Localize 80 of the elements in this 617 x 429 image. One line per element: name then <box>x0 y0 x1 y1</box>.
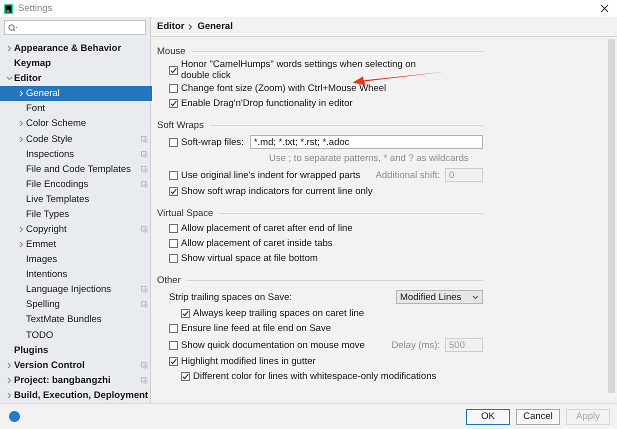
section-title: Other <box>157 273 483 288</box>
tree-item[interactable]: Build, Execution, Deployment <box>0 388 152 403</box>
search-icon <box>8 24 18 32</box>
checkbox[interactable] <box>169 357 178 366</box>
tree-item[interactable]: Emmet <box>0 237 152 252</box>
checkbox-label[interactable]: Show soft wrap indicators for current line only <box>181 186 373 197</box>
section-title: Virtual Space <box>157 206 483 221</box>
dropdown-label: Strip trailing spaces on Save: <box>169 292 292 302</box>
checkbox[interactable] <box>169 239 178 248</box>
checkbox-label[interactable]: Allow placement of caret after end of line <box>181 223 353 234</box>
dialog-button[interactable]: Cancel <box>516 408 560 424</box>
checkbox[interactable] <box>169 254 178 263</box>
checkbox-label[interactable]: Allow placement of caret inside tabs <box>181 238 333 249</box>
tree-item[interactable]: General <box>0 86 152 102</box>
chevron-icon <box>188 24 194 30</box>
dialog-button[interactable]: OK <box>466 408 510 424</box>
checkbox-label[interactable]: Change font size (Zoom) with Ctrl+Mouse Wheel <box>181 83 386 94</box>
checkbox-label[interactable]: Highlight modified lines in gutter <box>181 356 316 367</box>
chevron-icon[interactable] <box>18 136 24 142</box>
chevron-icon[interactable] <box>6 75 12 82</box>
search-field[interactable] <box>4 20 146 35</box>
scrollbar[interactable] <box>608 39 615 393</box>
tree-item[interactable]: TODO <box>0 327 152 343</box>
section-title: Soft Wraps <box>157 118 483 133</box>
checkbox-label[interactable]: Soft-wrap files: <box>181 136 244 148</box>
tree-item[interactable]: File Encodings <box>0 176 152 192</box>
checkbox[interactable] <box>169 187 178 196</box>
checkbox-label[interactable]: Always keep trailing spaces on caret line <box>193 308 364 319</box>
checkbox-label[interactable]: Show virtual space at file bottom <box>181 253 318 264</box>
tree-item[interactable]: Keymap <box>0 56 152 72</box>
breadcrumb-item[interactable]: Editor <box>157 21 184 32</box>
chevron-icon[interactable] <box>18 120 24 128</box>
chevron-icon[interactable] <box>6 362 12 369</box>
tree-item[interactable]: Code Style <box>0 131 152 147</box>
chevron-icon[interactable] <box>18 241 24 248</box>
caret-icon <box>472 294 479 300</box>
tree-item[interactable]: Inspections <box>0 146 152 162</box>
app-logo-icon <box>4 4 13 14</box>
input-field[interactable]: *.md; *.txt; *.rst; *.adoc <box>250 135 483 149</box>
checkbox-label[interactable]: Enable Drag'n'Drop functionality in editor <box>181 98 353 109</box>
tree-item[interactable]: File Types <box>0 206 152 222</box>
chevron-icon[interactable] <box>6 45 12 52</box>
close-icon[interactable] <box>600 4 609 13</box>
chevron-icon[interactable] <box>6 392 12 399</box>
tree-item[interactable]: Color Scheme <box>0 116 152 132</box>
tree-item[interactable]: Project: bangbangzhi <box>0 372 152 388</box>
hint-text: Use ; to separate patterns, * and ? as wildcards <box>268 153 469 164</box>
checkbox[interactable] <box>169 99 178 108</box>
checkbox[interactable] <box>169 324 178 333</box>
tree-item[interactable]: Spelling <box>0 297 152 312</box>
checkbox-label[interactable]: Different color for lines with whitespace-only modifications <box>193 371 436 382</box>
tree-item[interactable]: Appearance & Behavior <box>0 41 152 56</box>
window-title: Settings <box>18 3 52 14</box>
tree-item[interactable]: Intentions <box>0 267 152 282</box>
checkbox[interactable] <box>169 66 178 74</box>
tree-item[interactable]: Live Templates <box>0 192 152 207</box>
tree-item[interactable]: Plugins <box>0 342 152 358</box>
checkbox[interactable] <box>181 372 190 381</box>
help-icon[interactable] <box>9 411 20 422</box>
checkbox[interactable] <box>169 84 178 93</box>
dropdown[interactable]: Modified Lines <box>396 290 483 304</box>
checkbox-label[interactable]: Ensure line feed at file end on Save <box>181 323 331 334</box>
chevron-icon[interactable] <box>6 376 12 384</box>
checkbox-label[interactable]: Honor "CamelHumps" words settings when selecting on double click <box>181 59 421 81</box>
tree-item[interactable]: File and Code Templates <box>0 162 152 177</box>
tree-item[interactable]: Editor <box>0 71 152 86</box>
checkbox[interactable] <box>181 309 190 318</box>
section-title: Mouse <box>157 44 483 59</box>
tree-item[interactable]: Font <box>0 101 152 116</box>
tree-item[interactable]: Language Injections <box>0 282 152 298</box>
tree-item[interactable]: Version Control <box>0 358 152 373</box>
field-label: Additional shift: <box>376 170 440 180</box>
breadcrumb-item[interactable]: General <box>197 21 233 32</box>
tree-item[interactable]: Copyright <box>0 222 152 238</box>
field-label: Delay (ms): <box>391 340 440 350</box>
checkbox[interactable] <box>169 138 178 146</box>
tree-item[interactable]: TextMate Bundles <box>0 312 152 328</box>
tree-item[interactable]: Images <box>0 252 152 268</box>
chevron-icon[interactable] <box>18 226 24 233</box>
checkbox[interactable] <box>169 224 178 233</box>
